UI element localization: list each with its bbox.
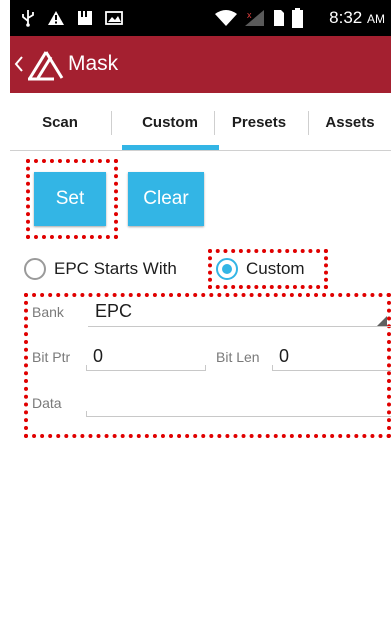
tab-bar: Scan Custom Presets Assets — [10, 93, 391, 151]
bit-len-edge — [272, 365, 273, 370]
tab-assets[interactable]: Assets — [309, 93, 391, 151]
bank-spinner[interactable]: EPC — [95, 301, 132, 322]
bit-ptr-field[interactable]: 0 — [93, 346, 103, 367]
status-bar: x 8:32 AM — [10, 0, 391, 36]
radio-label-epc-starts-with: EPC Starts With — [54, 259, 177, 278]
bit-ptr-label: Bit Ptr — [32, 349, 71, 365]
warning-icon — [46, 9, 66, 27]
radio-button-checked[interactable] — [216, 258, 238, 280]
bank-label: Bank — [32, 304, 64, 320]
bit-ptr-edge — [205, 365, 206, 370]
mask-content: Set Clear EPC Starts With Custom Bank EP… — [10, 151, 391, 643]
tab-presets[interactable]: Presets — [215, 93, 303, 151]
bit-ptr-underline — [86, 370, 206, 371]
set-button[interactable]: Set — [34, 172, 106, 226]
radio-button-unchecked[interactable] — [24, 258, 46, 280]
bit-len-field[interactable]: 0 — [279, 346, 289, 367]
sim-icon — [272, 9, 286, 27]
battery-icon — [291, 8, 303, 28]
bit-len-underline — [272, 370, 391, 371]
tab-custom[interactable]: Custom — [112, 93, 228, 151]
data-label: Data — [32, 395, 62, 411]
bit-len-label: Bit Len — [216, 349, 260, 365]
wifi-icon — [213, 9, 239, 27]
data-underline — [86, 416, 391, 417]
dropdown-arrow-icon[interactable] — [377, 316, 387, 326]
radio-label-custom: Custom — [246, 259, 305, 278]
selected-tab-indicator — [122, 145, 219, 150]
radio-epc-starts-with[interactable]: EPC Starts With — [24, 254, 177, 284]
radio-custom[interactable]: Custom — [216, 254, 305, 284]
app-logo-icon[interactable] — [24, 48, 66, 82]
svg-text:x: x — [247, 10, 252, 20]
clear-button[interactable]: Clear — [128, 172, 204, 226]
tab-scan[interactable]: Scan — [10, 93, 110, 151]
phone-screen: x 8:32 AM Mask Scan Custom Presets Asset… — [0, 0, 391, 643]
signal-icon: x — [242, 9, 266, 27]
app-bar: Mask — [10, 36, 391, 93]
usb-icon — [20, 9, 36, 27]
data-edge — [86, 411, 87, 416]
storage-icon — [76, 9, 94, 27]
page-title: Mask — [68, 52, 119, 75]
image-icon — [104, 9, 124, 27]
bank-underline — [88, 326, 391, 327]
bit-ptr-edge — [86, 365, 87, 370]
clock: 8:32 AM — [329, 8, 385, 27]
